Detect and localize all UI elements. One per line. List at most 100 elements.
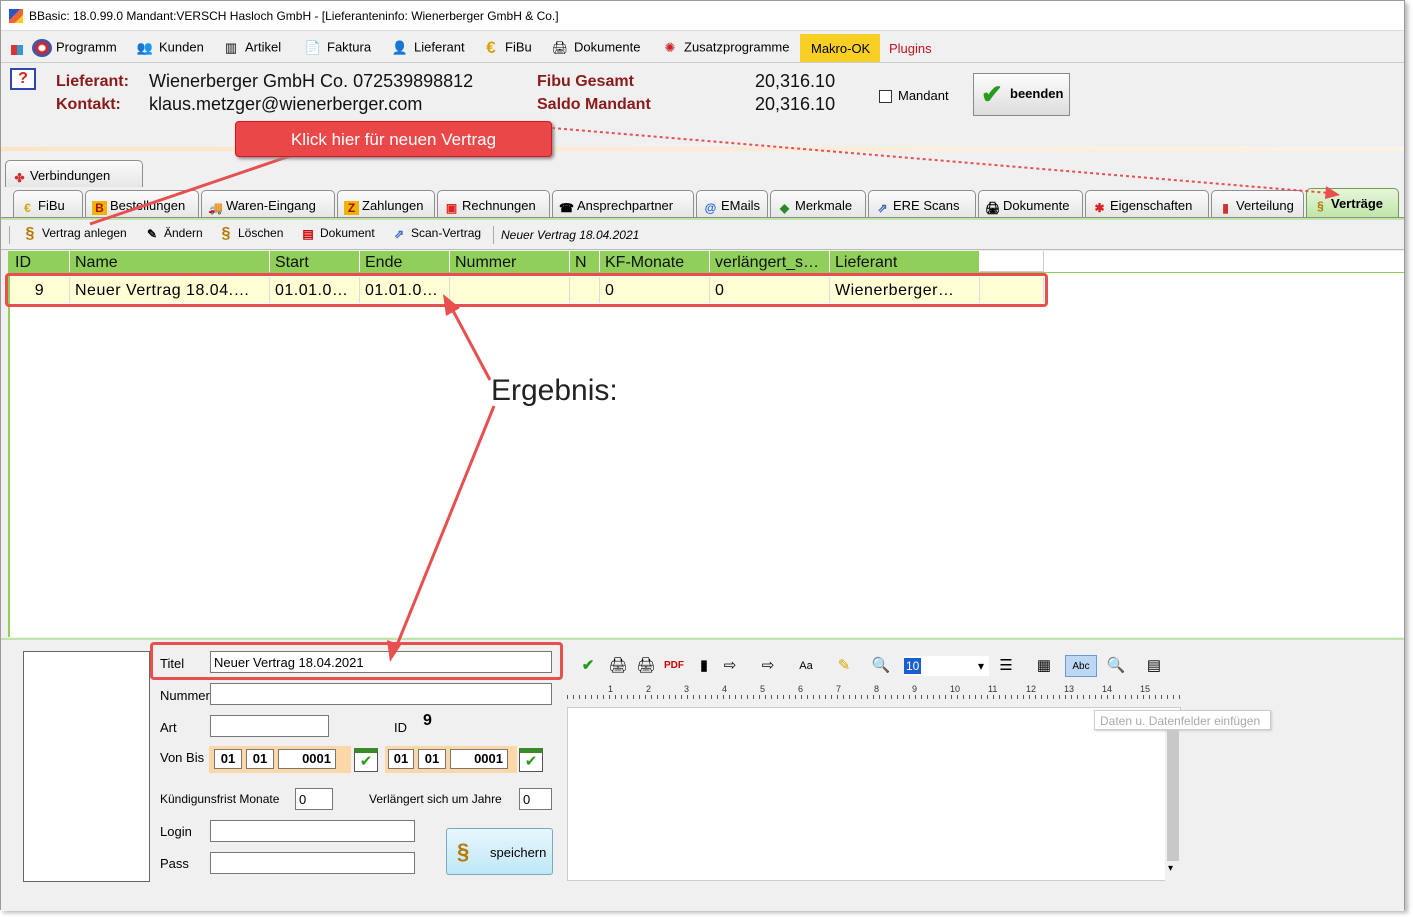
tab-rechnungen[interactable]: ▣ Rechnungen <box>437 190 550 217</box>
tab-zahlungen[interactable]: Z Zahlungen <box>337 190 435 217</box>
bis-day[interactable]: 01 <box>388 749 414 769</box>
id-label: ID <box>394 720 407 735</box>
calendar-icon[interactable]: ✔ <box>519 748 543 772</box>
col-header-lieferant[interactable]: Lieferant <box>830 251 980 272</box>
print-icon[interactable]: 🖨 <box>607 655 629 677</box>
font-size-select[interactable]: 10 ▾ <box>904 656 989 676</box>
bis-year[interactable]: 0001 <box>450 749 508 769</box>
paste-icon[interactable]: ⇨ <box>757 655 779 677</box>
speichern-button[interactable]: § speichern <box>446 828 553 875</box>
tab-fibu[interactable]: € FiBu <box>13 190 83 217</box>
pdf-icon: ▤ <box>302 227 314 241</box>
pass-input[interactable] <box>210 852 415 874</box>
mandant-checkbox[interactable]: Mandant <box>879 88 949 104</box>
text-editor[interactable] <box>567 707 1181 881</box>
menu-programm[interactable]: Programm <box>32 39 117 57</box>
artikel-icon: ▥ <box>224 40 238 55</box>
tab-dokumente[interactable]: 🖨 Dokumente <box>978 190 1083 217</box>
col-header-kf-monate[interactable]: KF-Monate <box>600 251 710 272</box>
table-icon[interactable]: ▦ <box>1033 655 1055 677</box>
scan-icon: ⇗ <box>877 201 888 215</box>
kunden-icon: 👥 <box>136 40 154 55</box>
menu-zusatzprogramme[interactable]: ✺ Zusatzprogramme <box>660 39 790 57</box>
apply-icon[interactable]: ✔ <box>577 655 599 677</box>
nummer-input[interactable] <box>210 683 552 705</box>
insert-icon[interactable]: ⇨ <box>719 655 741 677</box>
calendar-icon[interactable]: ✔ <box>354 748 378 772</box>
login-input[interactable] <box>210 820 415 842</box>
scan-vertrag-button[interactable]: ⇗ Scan-Vertrag <box>390 226 481 242</box>
col-header-n[interactable]: N <box>570 251 600 272</box>
von-year[interactable]: 0001 <box>278 749 336 769</box>
new-document-icon[interactable]: ▮ <box>693 655 715 677</box>
menu-artikel[interactable]: ▥ Artikel <box>221 39 281 57</box>
pdf-icon[interactable]: PDF <box>663 655 685 677</box>
tab-verteilung[interactable]: ▮ Verteilung <box>1211 190 1304 217</box>
app-icon <box>9 9 23 23</box>
eigenschaften-icon: ✱ <box>1094 201 1105 215</box>
more-options-icon[interactable]: ▤ <box>1143 655 1165 677</box>
art-input[interactable] <box>210 715 329 737</box>
menu-grid-icon[interactable] <box>11 41 27 56</box>
tab-bestellungen[interactable]: B Bestellungen <box>85 190 199 217</box>
loeschen-button[interactable]: § Löschen <box>217 225 284 242</box>
dokument-button[interactable]: ▤ Dokument <box>299 226 374 242</box>
nummer-label: Nummer <box>160 688 210 703</box>
waren-eingang-icon: 🚚 <box>208 201 223 215</box>
chevron-down-icon: ▾ <box>977 659 984 673</box>
menu-kunden[interactable]: 👥 Kunden <box>135 39 204 57</box>
col-header-name[interactable]: Name <box>70 251 270 272</box>
tab-eigenschaften[interactable]: ✱ Eigenschaften <box>1085 190 1209 217</box>
vertrag-anlegen-button[interactable]: § Vertrag anlegen <box>21 226 127 242</box>
menu-dokumente[interactable]: 🖨 Dokumente <box>550 39 641 57</box>
tab-ansprechpartner[interactable]: ☎ Ansprechpartner <box>552 190 694 217</box>
tab-waren-eingang[interactable]: 🚚 Waren-Eingang <box>201 190 335 217</box>
menu-faktura[interactable]: 📄 Faktura <box>303 39 371 57</box>
menu-lieferant[interactable]: 👤 Lieferant <box>390 39 465 57</box>
verteilung-icon: ▮ <box>1222 201 1229 215</box>
text-format-icon[interactable]: Aa <box>795 655 817 677</box>
ansprechpartner-icon: ☎ <box>559 201 574 215</box>
verlaengert-input[interactable]: 0 <box>519 788 552 810</box>
tab-merkmale[interactable]: ◆ Merkmale <box>770 190 866 217</box>
zahlungen-icon: Z <box>344 201 359 215</box>
lieferant-icon: 👤 <box>391 40 409 55</box>
help-icon[interactable]: ? <box>10 68 36 90</box>
plugins-menu[interactable]: Plugins <box>889 41 932 56</box>
chevron-down-icon[interactable]: ▾ <box>1168 863 1173 874</box>
print-preview-icon[interactable]: 🖨 <box>635 655 657 677</box>
highlight-icon[interactable]: ✎ <box>833 655 855 677</box>
makro-ok-button[interactable]: Makro-OK <box>800 34 880 62</box>
col-header-verlaengert[interactable]: verlängert_s… <box>710 251 830 272</box>
tab-emails[interactable]: @ EMails <box>696 190 768 217</box>
col-header-id[interactable]: ID <box>10 251 70 272</box>
fibu-gesamt-value: 20,316.10 <box>755 71 836 91</box>
bis-month[interactable]: 01 <box>418 749 446 769</box>
ruler: 1 2 3 4 5 6 7 8 9 10 11 12 13 14 15 <box>567 684 1181 699</box>
tab-vertraege[interactable]: § Verträge <box>1306 188 1399 217</box>
login-label: Login <box>160 824 192 839</box>
editor-scrollbar[interactable]: ▾ <box>1165 713 1181 881</box>
col-header-ende[interactable]: Ende <box>360 251 450 272</box>
von-day[interactable]: 01 <box>214 749 242 769</box>
col-header-start[interactable]: Start <box>270 251 360 272</box>
aendern-button[interactable]: ✎ Ändern <box>143 226 203 242</box>
data-fields-icon[interactable]: 🔍 <box>1105 655 1127 677</box>
paragraph-delete-icon: § <box>221 225 231 242</box>
paragraph-format-icon[interactable]: ☰ <box>995 655 1017 677</box>
col-header-nummer[interactable]: Nummer <box>450 251 570 272</box>
highlight-row-box <box>5 273 1048 307</box>
tab-ere-scans[interactable]: ⇗ ERE Scans <box>868 190 976 217</box>
menu-fibu[interactable]: € FiBu <box>481 39 531 57</box>
zoom-icon[interactable]: 🔍 <box>870 655 892 677</box>
kuendigung-label: Kündigunsfrist Monate <box>160 792 280 806</box>
zusatzprogramme-icon: ✺ <box>664 40 676 55</box>
kuendigung-input[interactable]: 0 <box>295 788 333 810</box>
beenden-button[interactable]: ✔ beenden <box>973 73 1070 116</box>
kontakt-label: Kontakt: <box>56 96 121 113</box>
lieferant-label: Lieferant: <box>56 73 129 90</box>
tab-verbindungen[interactable]: ✤ Verbindungen <box>5 160 143 187</box>
spellcheck-icon[interactable]: Abc <box>1065 655 1097 677</box>
application-window: BBasic: 18.0.99.0 Mandant:VERSCH Hasloch… <box>0 0 1405 911</box>
von-month[interactable]: 01 <box>246 749 274 769</box>
